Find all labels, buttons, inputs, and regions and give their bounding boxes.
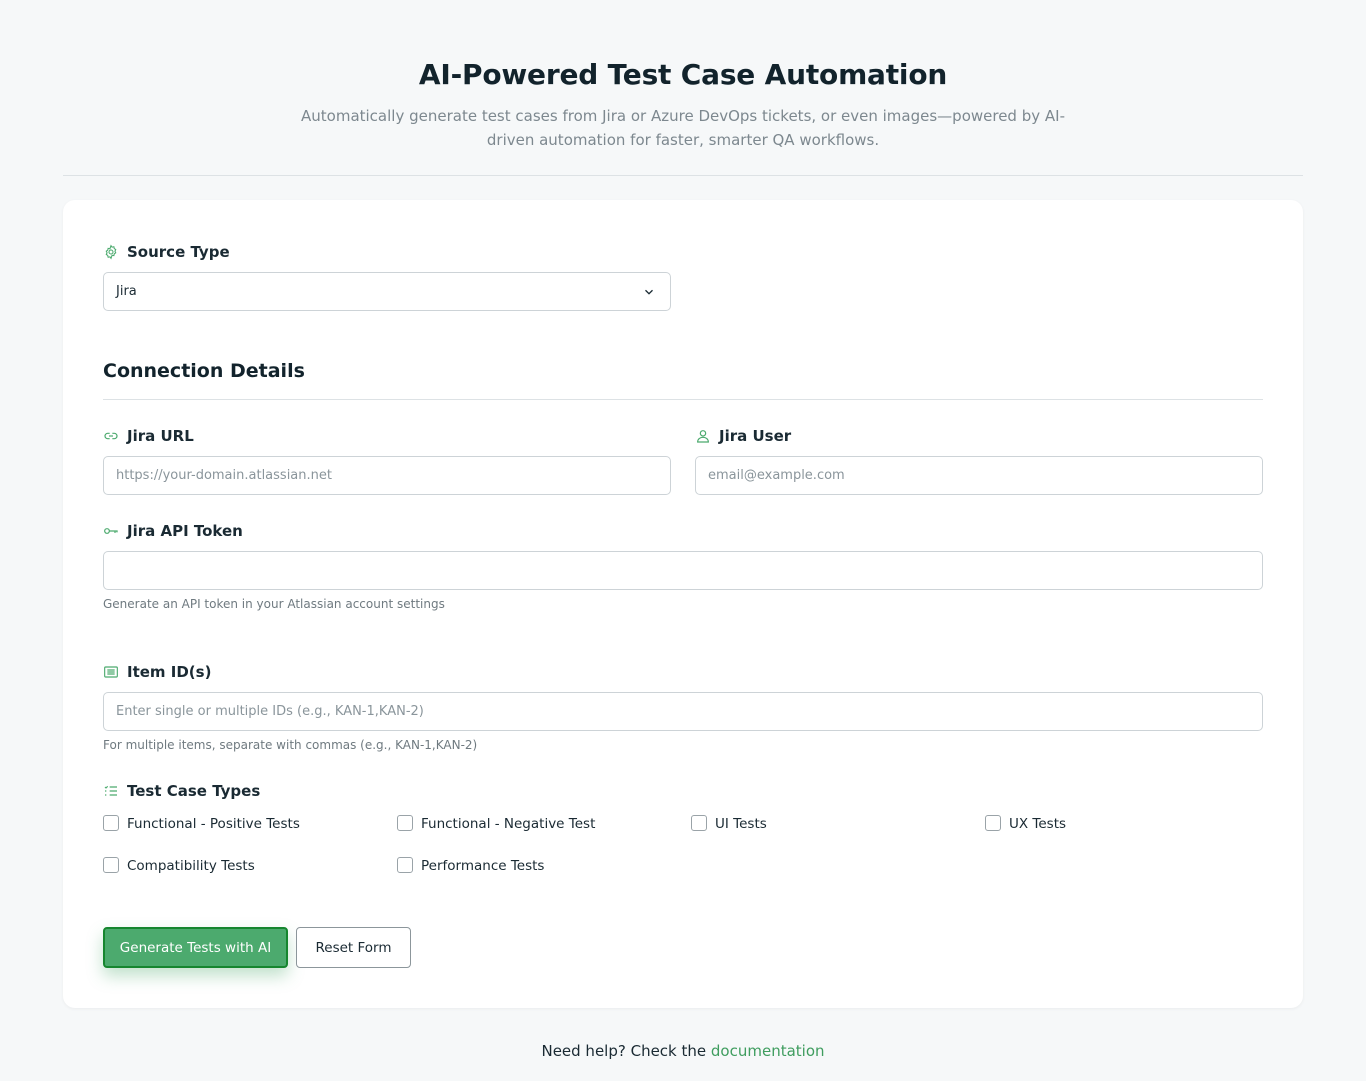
jira-url-input[interactable] (103, 456, 671, 495)
checkbox-label-functional-positive: Functional - Positive Tests (127, 816, 300, 832)
jira-url-label: Jira URL (127, 427, 194, 445)
user-icon (697, 430, 709, 443)
page-title: AI-Powered Test Case Automation (418, 58, 948, 91)
item-ids-input[interactable] (103, 692, 1263, 731)
page-header: AI-Powered Test Case Automation Automati… (63, 0, 1303, 176)
generate-tests-button[interactable]: Generate Tests with AI (103, 927, 288, 968)
jira-user-input[interactable] (695, 456, 1263, 495)
test-types-label: Test Case Types (127, 782, 261, 800)
checkbox-ux-tests[interactable] (985, 815, 1001, 831)
section-divider (103, 399, 1263, 400)
checkbox-functional-positive[interactable] (103, 815, 119, 831)
checkbox-compatibility-tests[interactable] (103, 857, 119, 873)
checkbox-label-performance-tests: Performance Tests (421, 858, 545, 874)
item-ids-hint: For multiple items, separate with commas… (103, 738, 478, 752)
link-icon (104, 432, 118, 440)
api-token-label: Jira API Token (127, 522, 243, 540)
page-subtitle: Automatically generate test cases from J… (301, 107, 1065, 149)
footer-text: Need help? Check the (541, 1042, 707, 1060)
reset-form-button[interactable]: Reset Form (296, 927, 411, 968)
form-card: Source Type Jira Connection Details Jira… (63, 200, 1303, 1008)
checkbox-functional-negative[interactable] (397, 815, 413, 831)
connection-details-heading: Connection Details (103, 360, 305, 382)
jira-user-label: Jira User (719, 427, 792, 445)
source-type-label: Source Type (127, 243, 230, 261)
checkbox-label-ui-tests: UI Tests (715, 816, 767, 832)
checkbox-label-compatibility-tests: Compatibility Tests (127, 858, 255, 874)
chevron-down-icon (645, 289, 653, 295)
documentation-link[interactable]: documentation (711, 1042, 825, 1060)
source-type-select[interactable]: Jira (103, 272, 671, 311)
checkbox-ui-tests[interactable] (691, 815, 707, 831)
api-token-input[interactable] (103, 551, 1263, 590)
checkbox-label-functional-negative: Functional - Negative Test (421, 816, 596, 832)
key-icon (104, 528, 118, 534)
checkbox-performance-tests[interactable] (397, 857, 413, 873)
item-ids-label: Item ID(s) (127, 663, 212, 681)
source-type-value: Jira (116, 284, 137, 299)
checklist-icon (104, 785, 117, 796)
checkbox-label-ux-tests: UX Tests (1009, 816, 1067, 832)
gear-icon (105, 244, 117, 260)
api-token-hint: Generate an API token in your Atlassian … (103, 597, 445, 611)
footer: Need help? Check the documentation (0, 1042, 1366, 1060)
list-box-icon (104, 666, 118, 678)
